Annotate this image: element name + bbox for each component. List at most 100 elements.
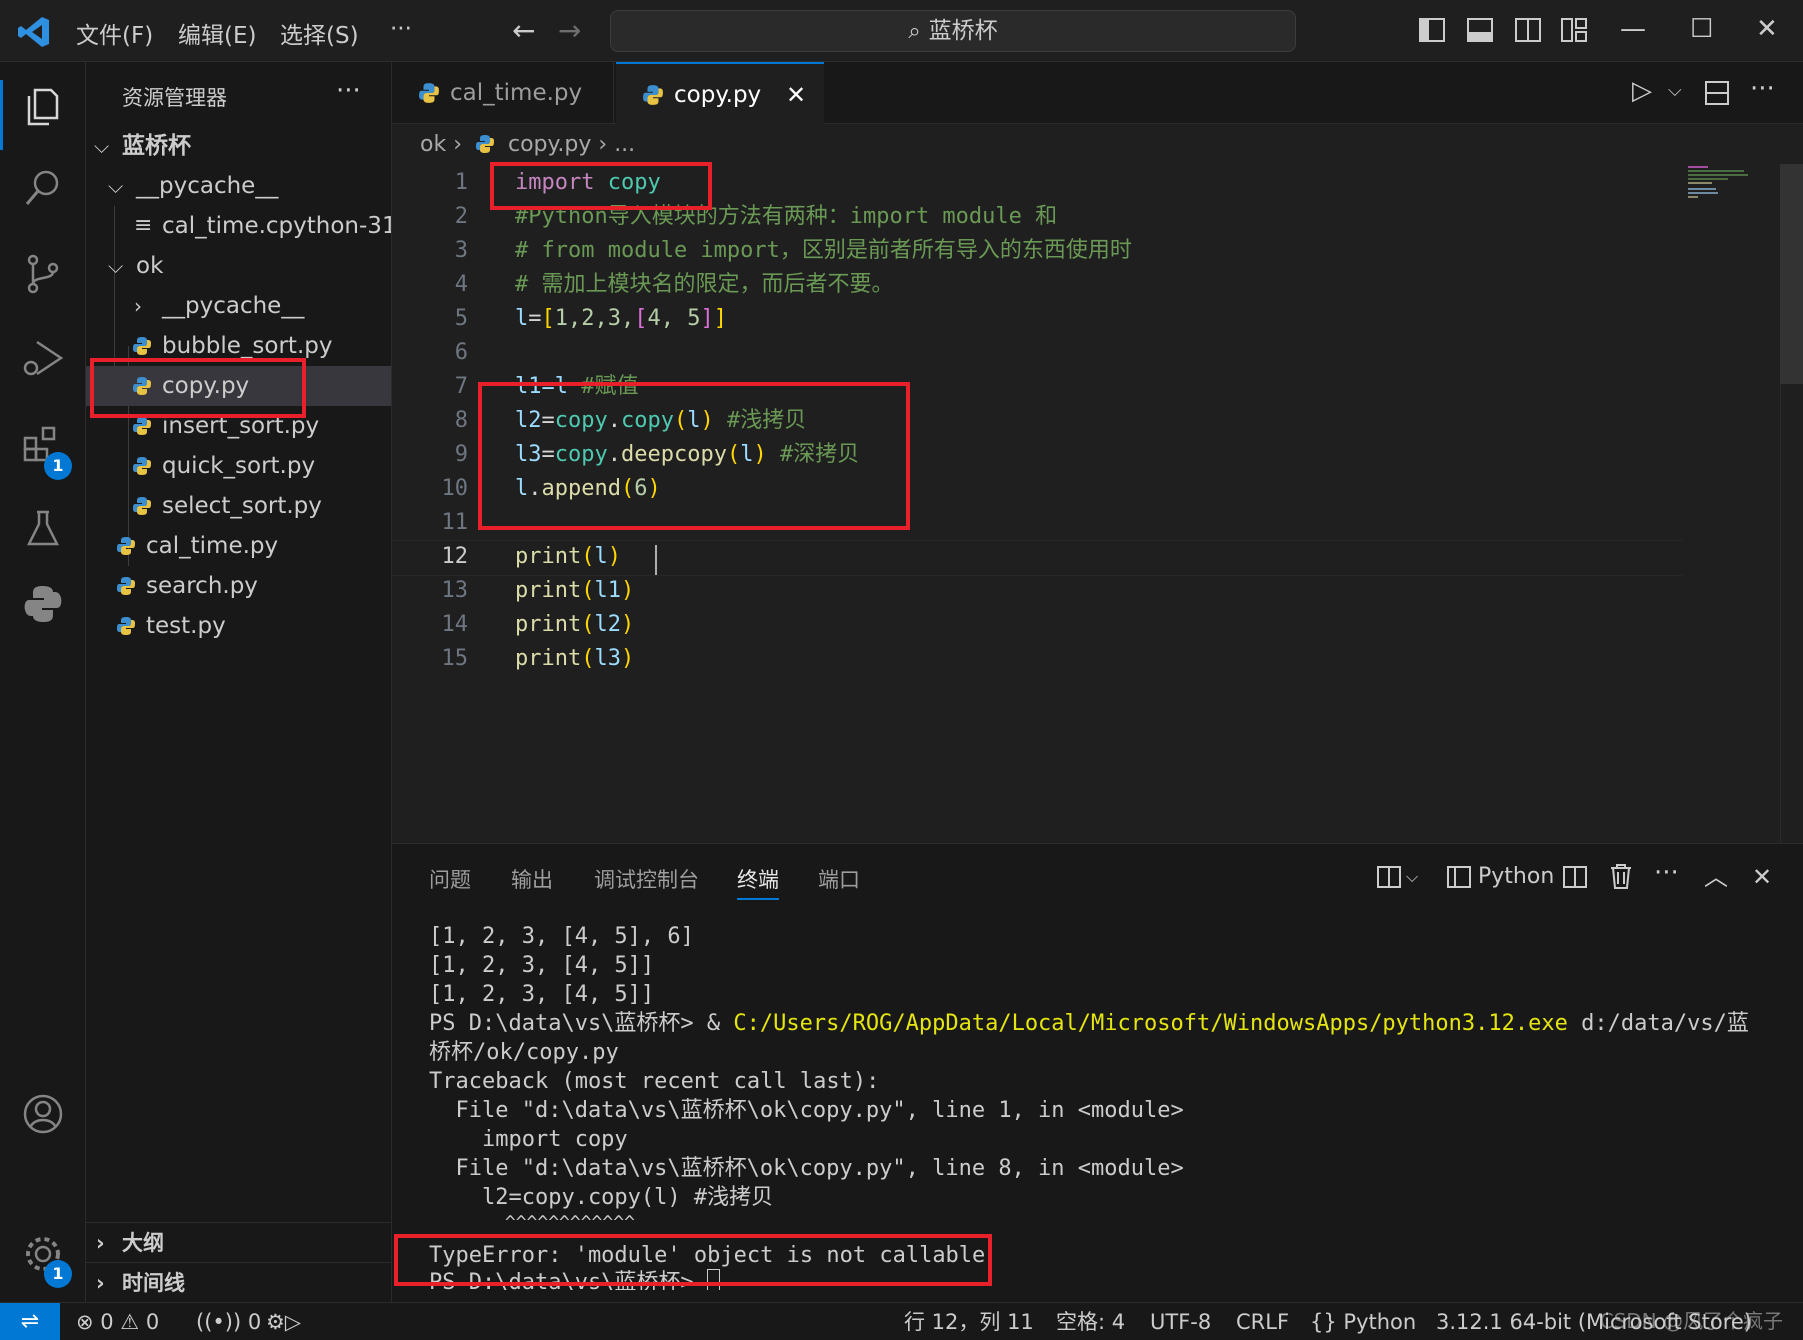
more-actions-icon[interactable]: ··· [1750,74,1775,104]
search-icon: ⌕ [908,19,921,44]
trash-icon[interactable] [1608,862,1634,890]
tree-item-label: test.py [146,613,226,639]
cursor-position[interactable]: 行 12，列 11 [904,1303,1034,1340]
tree-item-quick-sort[interactable]: quick_sort.py [86,446,391,486]
toggle-primary-sidebar-icon[interactable] [1418,16,1446,44]
terminal-instance-icon[interactable] [1446,864,1472,890]
menu-more[interactable]: ··· [390,16,412,42]
tab-cal-time[interactable]: cal_time.py [392,62,614,124]
tab-debug-console[interactable]: 调试控制台 [594,860,699,900]
breadcrumb-file[interactable]: copy.py [508,132,591,157]
code-line-13: print(l1) [515,574,634,608]
more-actions-icon[interactable]: ··· [1654,858,1679,888]
editor-scrollbar-thumb[interactable] [1780,164,1803,384]
tab-copy[interactable]: copy.py ✕ [616,62,824,124]
split-editor-icon[interactable] [1704,80,1730,106]
tab-terminal[interactable]: 终端 [737,860,779,900]
tree-root-folder[interactable]: ⌵ 蓝桥杯 [86,126,391,166]
account-icon[interactable] [21,1092,65,1136]
tree-item-ok-folder[interactable]: ⌵ ok [86,246,391,286]
ports-status[interactable]: ((•)) 0 [196,1303,261,1340]
back-arrow-icon[interactable]: ← [512,14,535,47]
chevron-down-icon[interactable]: ⌵ [1406,862,1418,892]
encoding[interactable]: UTF-8 [1150,1303,1211,1340]
line-number: 2 [454,204,468,229]
tab-output[interactable]: 输出 [511,860,553,900]
function-call: print [515,612,582,637]
tree-item-cal-time[interactable]: cal_time.py [86,526,391,566]
tab-ports[interactable]: 端口 [818,860,860,900]
run-file-icon[interactable]: ▷ [1632,76,1652,106]
timeline-section-header[interactable]: › 时间线 [86,1262,391,1302]
source-control-icon[interactable] [21,252,65,296]
run-dropdown-icon[interactable]: ⌵ [1668,80,1682,101]
menu-edit[interactable]: 编辑(E) [178,16,256,50]
language-label: Python [1343,1310,1417,1334]
line-number-current: 12 [441,544,469,569]
end-of-line[interactable]: CRLF [1236,1303,1289,1340]
highlight-box-copy-calls [478,382,910,530]
highlight-box-import [490,162,712,210]
language-mode[interactable]: {} Python [1310,1303,1416,1340]
operator: = [528,306,542,331]
breadcrumb: ok › copy.py › ... [420,130,635,160]
python-file-icon [643,85,663,105]
bracket: ( [581,646,595,671]
number-list: 1,2,3, [554,306,635,331]
outline-section-header[interactable]: › 大纲 [86,1222,391,1262]
line-number: 4 [454,272,468,297]
split-terminal-icon[interactable] [1562,864,1588,890]
line-number: 13 [441,578,469,603]
extensions-badge: 1 [44,452,72,480]
toggle-secondary-sidebar-icon[interactable] [1514,16,1542,44]
testing-icon[interactable] [21,506,65,550]
tab-problems[interactable]: 问题 [429,860,471,900]
toggle-panel-icon[interactable] [1466,16,1494,44]
tree-item-ok-pycache[interactable]: › __pycache__ [86,286,391,326]
breadcrumb-symbol[interactable]: ... [614,132,635,157]
close-panel-icon[interactable]: ✕ [1752,862,1772,892]
minimize-icon[interactable]: — [1620,14,1646,44]
menu-file[interactable]: 文件(F) [76,16,153,50]
more-actions-icon[interactable]: ··· [336,76,361,106]
problems-status[interactable]: ⊗ 0 ⚠ 0 [76,1303,159,1340]
active-indicator [0,80,3,150]
remote-indicator-icon[interactable]: ⇌ [0,1303,60,1340]
chevron-down-icon: ⌵ [108,254,124,278]
breadcrumb-folder[interactable]: ok [420,132,446,157]
python-file-icon [117,537,135,555]
new-terminal-split-icon[interactable] [1376,864,1402,890]
tree-item-test[interactable]: test.py [86,606,391,646]
vscode-logo-icon[interactable] [16,14,52,50]
command-center-search[interactable]: ⌕ 蓝桥杯 [610,10,1296,52]
maximize-panel-icon[interactable]: ︿ [1704,862,1728,892]
bracket: ( [581,544,595,569]
forward-arrow-icon[interactable]: → [558,14,581,47]
code-line-12: print(l) [515,540,621,574]
tree-item-pycache[interactable]: ⌵ __pycache__ [86,166,391,206]
minimap[interactable] [1688,164,1778,204]
menu-selection[interactable]: 选择(S) [280,16,359,50]
run-debug-icon[interactable] [21,336,65,380]
close-window-icon[interactable]: ✕ [1756,14,1778,44]
python-file-icon [476,135,494,153]
code-line-3: # from module import，区别是前者所有导入的东西使用时 [515,238,1132,263]
bracket: ) [620,646,635,671]
terminal-label[interactable]: Python [1478,862,1554,892]
close-tab-icon[interactable]: ✕ [786,64,806,126]
maximize-icon[interactable]: ☐ [1690,14,1713,44]
tree-item-search[interactable]: search.py [86,566,391,606]
tree-item-select-sort[interactable]: select_sort.py [86,486,391,526]
debug-status-icon[interactable]: ⚙▷ [266,1303,301,1340]
ports-count: 0 [247,1310,262,1334]
python-file-icon [133,497,151,515]
python-file-icon [133,337,151,355]
tree-item-cal-time-cpython[interactable]: ≡ cal_time.cpython-31... [86,206,391,246]
explorer-icon[interactable] [21,84,65,128]
terminal-line: File "d:\data\vs\蓝桥杯\ok\copy.py", line 8… [429,1156,1184,1181]
search-icon[interactable] [21,166,65,210]
indentation[interactable]: 空格: 4 [1056,1303,1125,1340]
customize-layout-icon[interactable] [1560,16,1588,44]
python-icon[interactable] [21,582,65,626]
error-count: 0 [100,1310,114,1334]
